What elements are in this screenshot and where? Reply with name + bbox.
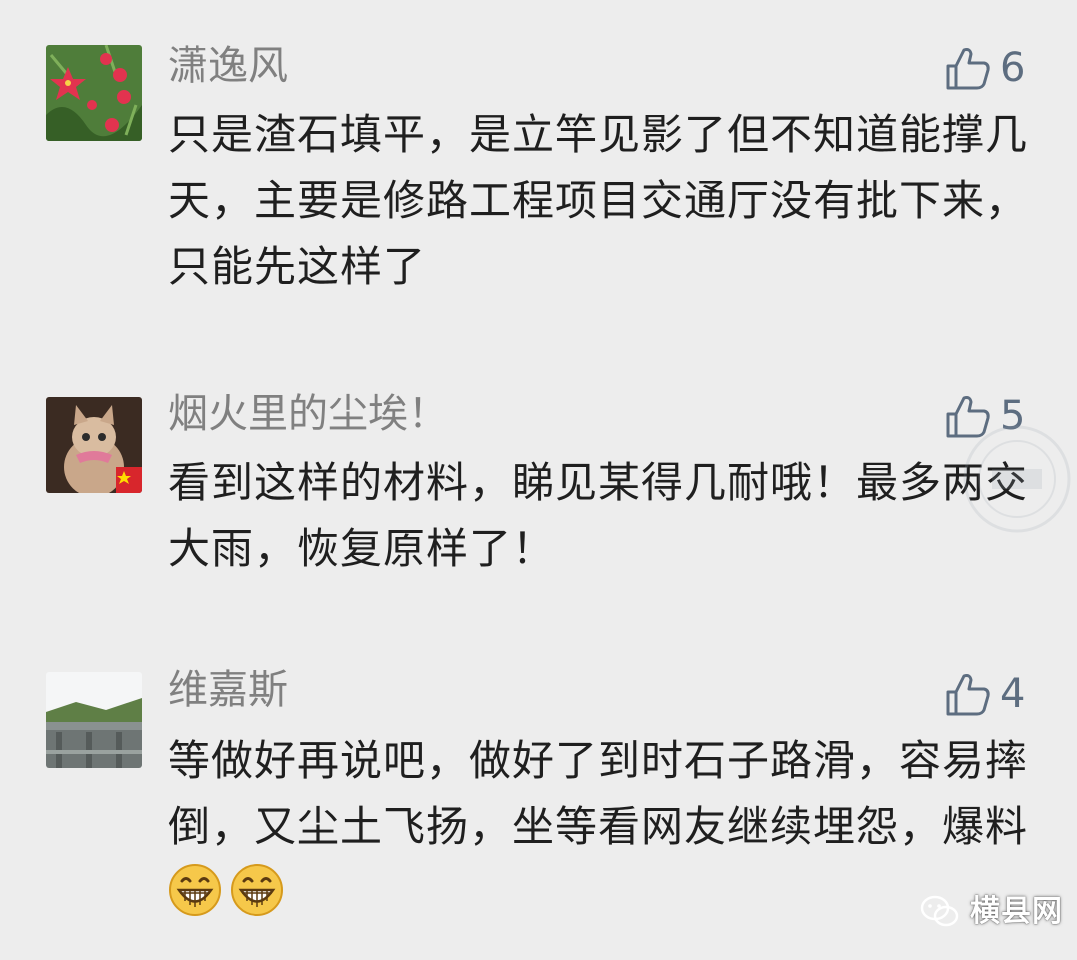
comment-username[interactable]: 潇逸风 <box>168 42 288 90</box>
avatar[interactable] <box>46 672 142 768</box>
brand-watermark: 横县网 <box>920 892 1063 932</box>
comment-list-screen: 潇逸风 6 只是渣石填平，是立竿见影了但不知道能撑几天，主要是修路工程项目交通厅… <box>0 0 1077 960</box>
wechat-icon <box>920 894 960 930</box>
brand-label: 横县网 <box>970 894 1063 929</box>
avatar[interactable] <box>46 45 142 141</box>
comment-text-content: 等做好再说吧，做好了到时石子路滑，容易摔倒，又尘土飞扬，坐等看网友继续埋怨，爆料 <box>168 736 1029 851</box>
thumbs-up-icon <box>944 44 992 92</box>
comment-username[interactable]: 维嘉斯 <box>168 666 288 714</box>
grin-emoji-icon <box>230 863 284 917</box>
watermark-stamp <box>962 424 1072 534</box>
avatar[interactable] <box>46 397 142 493</box>
like-button[interactable]: 6 <box>944 44 1025 92</box>
like-count: 6 <box>1000 45 1026 91</box>
like-button[interactable]: 4 <box>944 670 1025 718</box>
comment-username[interactable]: 烟火里的尘埃！ <box>168 390 448 438</box>
grin-emoji-icon <box>168 863 222 917</box>
comment-text: 只是渣石填平，是立竿见影了但不知道能撑几天，主要是修路工程项目交通厅没有批下来，… <box>168 110 1029 291</box>
like-count: 4 <box>1000 671 1026 717</box>
dam-landscape-avatar-icon <box>46 672 142 768</box>
comment-text: 等做好再说吧，做好了到时石子路滑，容易摔倒，又尘土飞扬，坐等看网友继续埋怨，爆料 <box>168 728 1028 926</box>
thumbs-up-icon <box>944 670 992 718</box>
cat-avatar-icon <box>46 397 142 493</box>
comment-text: 看到这样的材料，睇见某得几耐哦！最多两交大雨，恢复原样了！ <box>168 458 1029 573</box>
red-flower-avatar-icon <box>46 45 142 141</box>
